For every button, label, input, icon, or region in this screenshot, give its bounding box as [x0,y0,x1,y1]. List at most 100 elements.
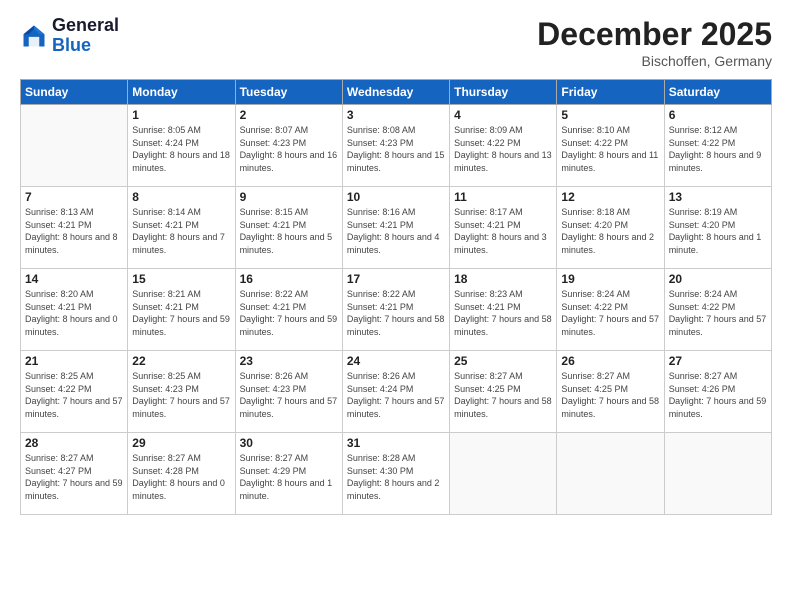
calendar-cell: 14 Sunrise: 8:20 AM Sunset: 4:21 PM Dayli… [21,269,128,351]
calendar-week-row: 14 Sunrise: 8:20 AM Sunset: 4:21 PM Dayli… [21,269,772,351]
day-info: Sunrise: 8:22 AM Sunset: 4:21 PM Dayligh… [347,288,445,338]
day-number: 14 [25,272,123,286]
calendar-week-row: 21 Sunrise: 8:25 AM Sunset: 4:22 PM Dayli… [21,351,772,433]
day-number: 4 [454,108,552,122]
day-number: 21 [25,354,123,368]
calendar-cell [450,433,557,515]
weekday-header-row: SundayMondayTuesdayWednesdayThursdayFrid… [21,80,772,105]
day-number: 20 [669,272,767,286]
day-number: 6 [669,108,767,122]
day-info: Sunrise: 8:25 AM Sunset: 4:23 PM Dayligh… [132,370,230,420]
day-number: 12 [561,190,659,204]
day-info: Sunrise: 8:24 AM Sunset: 4:22 PM Dayligh… [669,288,767,338]
day-info: Sunrise: 8:13 AM Sunset: 4:21 PM Dayligh… [25,206,123,256]
calendar-cell: 9 Sunrise: 8:15 AM Sunset: 4:21 PM Daylig… [235,187,342,269]
calendar-cell: 4 Sunrise: 8:09 AM Sunset: 4:22 PM Daylig… [450,105,557,187]
day-info: Sunrise: 8:27 AM Sunset: 4:28 PM Dayligh… [132,452,230,502]
day-info: Sunrise: 8:10 AM Sunset: 4:22 PM Dayligh… [561,124,659,174]
calendar-cell: 27Sunrise: 8:27 AM Sunset: 4:26 PM Dayli… [664,351,771,433]
calendar-cell: 25 Sunrise: 8:27 AM Sunset: 4:25 PM Dayli… [450,351,557,433]
day-info: Sunrise: 8:23 AM Sunset: 4:21 PM Dayligh… [454,288,552,338]
calendar-cell: 20 Sunrise: 8:24 AM Sunset: 4:22 PM Dayli… [664,269,771,351]
day-number: 9 [240,190,338,204]
calendar-week-row: 28 Sunrise: 8:27 AM Sunset: 4:27 PM Dayli… [21,433,772,515]
calendar: SundayMondayTuesdayWednesdayThursdayFrid… [20,79,772,515]
day-number: 8 [132,190,230,204]
page: General Blue December 2025 Bischoffen, G… [0,0,792,612]
day-info: Sunrise: 8:27 AM Sunset: 4:29 PM Dayligh… [240,452,338,502]
day-number: 17 [347,272,445,286]
day-number: 2 [240,108,338,122]
location: Bischoffen, Germany [537,53,772,69]
title-block: December 2025 Bischoffen, Germany [537,16,772,69]
calendar-cell: 31 Sunrise: 8:28 AM Sunset: 4:30 PM Dayli… [342,433,449,515]
calendar-cell: 29 Sunrise: 8:27 AM Sunset: 4:28 PM Dayli… [128,433,235,515]
calendar-cell: 5 Sunrise: 8:10 AM Sunset: 4:22 PM Daylig… [557,105,664,187]
calendar-cell: 10 Sunrise: 8:16 AM Sunset: 4:21 PM Dayli… [342,187,449,269]
day-info: Sunrise: 8:16 AM Sunset: 4:21 PM Dayligh… [347,206,445,256]
calendar-cell: 2 Sunrise: 8:07 AM Sunset: 4:23 PM Daylig… [235,105,342,187]
calendar-cell: 6Sunrise: 8:12 AM Sunset: 4:22 PM Daylig… [664,105,771,187]
logo: General Blue [20,16,119,56]
day-info: Sunrise: 8:28 AM Sunset: 4:30 PM Dayligh… [347,452,445,502]
day-info: Sunrise: 8:05 AM Sunset: 4:24 PM Dayligh… [132,124,230,174]
day-info: Sunrise: 8:20 AM Sunset: 4:21 PM Dayligh… [25,288,123,338]
calendar-week-row: 7 Sunrise: 8:13 AM Sunset: 4:21 PM Daylig… [21,187,772,269]
calendar-cell: 8 Sunrise: 8:14 AM Sunset: 4:21 PM Daylig… [128,187,235,269]
calendar-week-row: 1 Sunrise: 8:05 AM Sunset: 4:24 PM Daylig… [21,105,772,187]
logo-icon [20,22,48,50]
day-number: 29 [132,436,230,450]
weekday-header: Sunday [21,80,128,105]
day-info: Sunrise: 8:17 AM Sunset: 4:21 PM Dayligh… [454,206,552,256]
day-number: 11 [454,190,552,204]
calendar-cell: 16 Sunrise: 8:22 AM Sunset: 4:21 PM Dayli… [235,269,342,351]
day-number: 5 [561,108,659,122]
day-info: Sunrise: 8:14 AM Sunset: 4:21 PM Dayligh… [132,206,230,256]
day-number: 1 [132,108,230,122]
calendar-cell: 18Sunrise: 8:23 AM Sunset: 4:21 PM Dayli… [450,269,557,351]
day-number: 3 [347,108,445,122]
calendar-cell [664,433,771,515]
day-number: 10 [347,190,445,204]
calendar-cell: 26Sunrise: 8:27 AM Sunset: 4:25 PM Dayli… [557,351,664,433]
calendar-cell: 22Sunrise: 8:25 AM Sunset: 4:23 PM Dayli… [128,351,235,433]
day-number: 26 [561,354,659,368]
day-info: Sunrise: 8:15 AM Sunset: 4:21 PM Dayligh… [240,206,338,256]
calendar-cell: 15Sunrise: 8:21 AM Sunset: 4:21 PM Dayli… [128,269,235,351]
calendar-cell: 3Sunrise: 8:08 AM Sunset: 4:23 PM Daylig… [342,105,449,187]
weekday-header: Thursday [450,80,557,105]
day-number: 15 [132,272,230,286]
weekday-header: Saturday [664,80,771,105]
day-info: Sunrise: 8:18 AM Sunset: 4:20 PM Dayligh… [561,206,659,256]
weekday-header: Monday [128,80,235,105]
day-info: Sunrise: 8:07 AM Sunset: 4:23 PM Dayligh… [240,124,338,174]
calendar-cell: 21 Sunrise: 8:25 AM Sunset: 4:22 PM Dayli… [21,351,128,433]
day-number: 7 [25,190,123,204]
calendar-cell: 17 Sunrise: 8:22 AM Sunset: 4:21 PM Dayli… [342,269,449,351]
day-number: 31 [347,436,445,450]
day-number: 24 [347,354,445,368]
day-info: Sunrise: 8:25 AM Sunset: 4:22 PM Dayligh… [25,370,123,420]
weekday-header: Tuesday [235,80,342,105]
calendar-cell: 19 Sunrise: 8:24 AM Sunset: 4:22 PM Dayli… [557,269,664,351]
day-number: 23 [240,354,338,368]
header: General Blue December 2025 Bischoffen, G… [20,16,772,69]
day-info: Sunrise: 8:27 AM Sunset: 4:27 PM Dayligh… [25,452,123,502]
weekday-header: Friday [557,80,664,105]
calendar-cell: 23 Sunrise: 8:26 AM Sunset: 4:23 PM Dayli… [235,351,342,433]
day-info: Sunrise: 8:26 AM Sunset: 4:23 PM Dayligh… [240,370,338,420]
calendar-cell: 11 Sunrise: 8:17 AM Sunset: 4:21 PM Dayli… [450,187,557,269]
day-info: Sunrise: 8:24 AM Sunset: 4:22 PM Dayligh… [561,288,659,338]
calendar-cell: 12 Sunrise: 8:18 AM Sunset: 4:20 PM Dayli… [557,187,664,269]
day-info: Sunrise: 8:22 AM Sunset: 4:21 PM Dayligh… [240,288,338,338]
month-year: December 2025 [537,16,772,53]
day-number: 19 [561,272,659,286]
day-info: Sunrise: 8:27 AM Sunset: 4:25 PM Dayligh… [454,370,552,420]
day-number: 25 [454,354,552,368]
calendar-cell: 28 Sunrise: 8:27 AM Sunset: 4:27 PM Dayli… [21,433,128,515]
day-number: 28 [25,436,123,450]
day-number: 16 [240,272,338,286]
day-info: Sunrise: 8:19 AM Sunset: 4:20 PM Dayligh… [669,206,767,256]
day-info: Sunrise: 8:27 AM Sunset: 4:26 PM Dayligh… [669,370,767,420]
day-info: Sunrise: 8:09 AM Sunset: 4:22 PM Dayligh… [454,124,552,174]
